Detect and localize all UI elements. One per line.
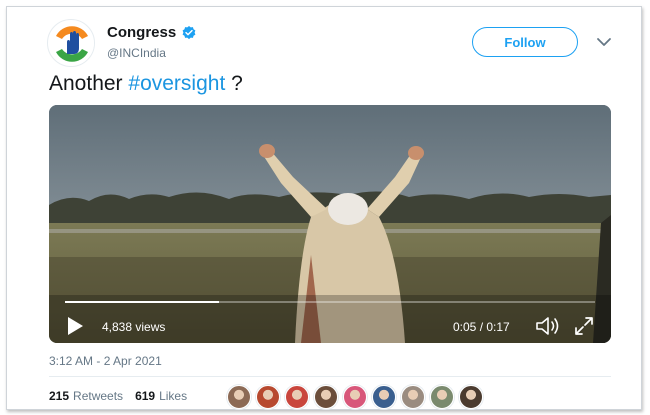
tweet-text-suffix: ? xyxy=(225,72,243,95)
video-frame xyxy=(49,105,611,343)
retweets-stat[interactable]: 215 Retweets xyxy=(49,389,123,403)
tweet-card: Congress @INCIndia Follow Another #overs… xyxy=(6,6,642,410)
play-icon[interactable] xyxy=(65,315,85,337)
liker-avatar[interactable] xyxy=(285,385,309,409)
tweet-text-prefix: Another xyxy=(49,72,129,95)
volume-icon[interactable] xyxy=(535,315,561,337)
author-name-row[interactable]: Congress xyxy=(107,24,197,41)
video-progress-bar[interactable] xyxy=(65,301,595,303)
liker-avatar[interactable] xyxy=(401,385,425,409)
fullscreen-icon[interactable] xyxy=(573,315,595,337)
likes-count: 619 xyxy=(135,389,156,403)
view-count: 4,838 views xyxy=(102,320,166,334)
liker-avatar[interactable] xyxy=(343,385,367,409)
tweet-text: Another #oversight ? xyxy=(49,72,243,96)
avatar[interactable] xyxy=(47,19,95,67)
video-time: 0:05 / 0:17 xyxy=(453,320,510,334)
video-progress-fill xyxy=(65,301,219,303)
liker-avatar[interactable] xyxy=(459,385,483,409)
liker-avatar[interactable] xyxy=(372,385,396,409)
congress-hand-logo-icon xyxy=(50,22,94,66)
verified-badge-icon xyxy=(182,25,196,39)
tweet-stats: 215 Retweets 619 Likes xyxy=(49,389,199,403)
liker-avatar[interactable] xyxy=(314,385,338,409)
author-handle[interactable]: @INCIndia xyxy=(107,46,166,60)
hashtag-link[interactable]: #oversight xyxy=(128,72,225,95)
likes-label: Likes xyxy=(159,389,188,403)
retweets-count: 215 xyxy=(49,389,70,403)
tweet-timestamp[interactable]: 3:12 AM - 2 Apr 2021 xyxy=(49,354,162,368)
liker-avatar[interactable] xyxy=(227,385,251,409)
liker-avatar[interactable] xyxy=(430,385,454,409)
retweets-label: Retweets xyxy=(73,389,124,403)
liker-avatars xyxy=(227,385,488,409)
chevron-down-icon[interactable] xyxy=(595,35,613,49)
likes-stat[interactable]: 619 Likes xyxy=(135,389,187,403)
divider xyxy=(49,376,611,377)
video-player[interactable]: 4,838 views 0:05 / 0:17 xyxy=(49,105,611,343)
author-name[interactable]: Congress xyxy=(107,24,176,41)
follow-button[interactable]: Follow xyxy=(472,27,578,57)
liker-avatar[interactable] xyxy=(256,385,280,409)
